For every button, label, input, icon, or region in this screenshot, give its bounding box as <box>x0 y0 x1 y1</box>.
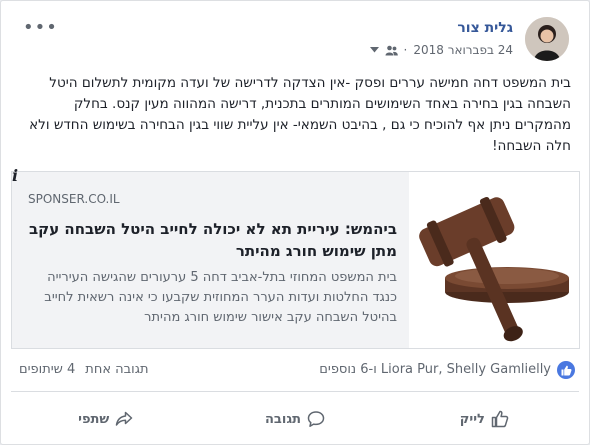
link-title[interactable]: ביהמש: עיריית תא לא יכולה לחייב היטל השב… <box>22 218 397 262</box>
avatar-photo <box>525 17 569 61</box>
link-domain: SPONSER.CO.IL <box>28 192 120 206</box>
info-icon[interactable]: i <box>12 166 18 185</box>
link-description: בית המשפט המחוזי בתל-אביב דחה 5 ערעורים … <box>44 270 397 325</box>
share-arrow-icon <box>116 411 133 426</box>
action-bar: לייק תגובה שתפי <box>11 401 579 437</box>
engagement-counts: תגובה אחת 4 שיתופים <box>19 362 149 377</box>
share-count[interactable]: 4 שיתופים <box>19 362 75 377</box>
comment-count[interactable]: תגובה אחת <box>85 362 148 377</box>
author-avatar[interactable] <box>525 17 569 61</box>
reactions-bar: Liora Pur, Shelly Gamlielly ו-6 נוספים ת… <box>15 356 575 388</box>
comment-button[interactable]: תגובה <box>200 401 389 437</box>
thumbs-up-icon <box>561 365 571 375</box>
comment-label: תגובה <box>265 411 302 427</box>
author-name[interactable]: גלית צור <box>457 20 513 36</box>
link-image[interactable] <box>409 172 579 348</box>
gavel-image <box>409 172 579 348</box>
link-preview[interactable]: i SPONSER.CO.IL ביהמש: עיריית תא לא יכול… <box>11 166 580 349</box>
like-button[interactable]: לייק <box>390 401 579 437</box>
share-label: שתפי <box>78 411 110 427</box>
like-label: לייק <box>459 411 485 427</box>
like-reaction-icon[interactable] <box>557 361 575 379</box>
dot-separator: · <box>403 43 408 57</box>
post-header: גלית צור 24 בפברואר 2018 · ••• <box>19 15 571 65</box>
post-meta: 24 בפברואר 2018 · <box>369 43 513 57</box>
comment-icon <box>307 411 325 427</box>
post-card: גלית צור 24 בפברואר 2018 · ••• בית המשפט… <box>0 0 590 445</box>
chevron-down-icon[interactable] <box>369 47 379 53</box>
friends-audience-icon[interactable] <box>385 45 398 56</box>
post-date[interactable]: 24 בפברואר 2018 <box>413 43 513 57</box>
thumbs-up-outline-icon <box>491 410 509 428</box>
post-text: בית המשפט דחה חמישה עררים ופסק -אין הצדק… <box>29 75 571 154</box>
divider <box>11 391 579 392</box>
share-button[interactable]: שתפי <box>11 401 200 437</box>
reactors-text[interactable]: Liora Pur, Shelly Gamlielly ו-6 נוספים <box>319 362 551 377</box>
more-options-icon[interactable]: ••• <box>23 17 58 38</box>
